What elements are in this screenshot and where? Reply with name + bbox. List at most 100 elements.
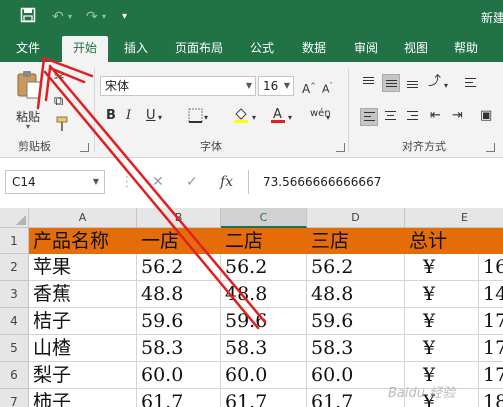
- paste-button[interactable]: 粘贴 ▾: [10, 68, 48, 131]
- tab-view[interactable]: 视图: [396, 36, 436, 62]
- row-header[interactable]: 1: [0, 228, 29, 254]
- table-cell[interactable]: 一店: [137, 228, 221, 254]
- table-cell[interactable]: 总计: [405, 228, 479, 254]
- fill-color-dropdown-icon[interactable]: ▾: [252, 110, 256, 126]
- table-cell[interactable]: ¥: [405, 335, 479, 362]
- table-cell[interactable]: [479, 228, 503, 254]
- table-cell[interactable]: ¥: [405, 308, 479, 335]
- tab-insert[interactable]: 插入: [116, 36, 156, 62]
- table-cell[interactable]: 178: [479, 308, 503, 335]
- column-header-b[interactable]: B: [137, 208, 221, 228]
- table-cell[interactable]: 梨子: [29, 362, 137, 389]
- format-painter-icon[interactable]: [54, 116, 70, 137]
- align-left-icon[interactable]: [360, 108, 378, 126]
- cut-icon[interactable]: ✂: [54, 70, 65, 86]
- table-cell[interactable]: 60.0: [137, 362, 221, 389]
- table-cell[interactable]: 58.3: [137, 335, 221, 362]
- underline-icon[interactable]: U: [146, 108, 156, 124]
- orientation-icon[interactable]: ⤴: [428, 74, 441, 90]
- tab-review[interactable]: 审阅: [346, 36, 386, 62]
- tab-home[interactable]: 开始: [62, 36, 108, 62]
- clipboard-launcher-icon[interactable]: [80, 143, 89, 152]
- increase-font-size-icon[interactable]: A^: [302, 78, 316, 97]
- redo-dropdown-icon[interactable]: ▾: [102, 7, 106, 27]
- fill-color-icon[interactable]: [232, 106, 250, 129]
- tab-page-layout[interactable]: 页面布局: [168, 36, 230, 62]
- table-cell[interactable]: 桔子: [29, 308, 137, 335]
- column-header-c[interactable]: C: [221, 208, 307, 228]
- formula-input[interactable]: 73.5666666666667: [248, 170, 503, 194]
- copy-icon[interactable]: ⧉: [54, 94, 63, 110]
- table-cell[interactable]: 56.2: [307, 254, 405, 281]
- save-icon[interactable]: [20, 7, 36, 29]
- row-header[interactable]: 6: [0, 362, 29, 389]
- table-cell[interactable]: 48.8: [307, 281, 405, 308]
- table-cell[interactable]: ¥: [405, 281, 479, 308]
- table-cell[interactable]: 48.8: [137, 281, 221, 308]
- middle-align-icon[interactable]: [382, 74, 400, 92]
- alignment-launcher-icon[interactable]: [486, 143, 495, 152]
- confirm-icon[interactable]: ✓: [186, 174, 198, 190]
- row-header[interactable]: 3: [0, 281, 29, 308]
- table-cell[interactable]: 56.2: [221, 254, 307, 281]
- italic-icon[interactable]: I: [126, 108, 131, 124]
- table-cell[interactable]: 168: [479, 254, 503, 281]
- bold-icon[interactable]: B: [106, 108, 116, 124]
- table-cell[interactable]: 产品名称: [29, 228, 137, 254]
- row-header[interactable]: 7: [0, 389, 29, 407]
- column-header-a[interactable]: A: [29, 208, 137, 228]
- tab-file[interactable]: 文件: [8, 36, 48, 62]
- customize-toolbar-icon[interactable]: ▾: [122, 7, 127, 27]
- table-cell[interactable]: 59.6: [137, 308, 221, 335]
- underline-dropdown-icon[interactable]: ▾: [158, 110, 162, 126]
- table-cell[interactable]: 60.0: [221, 362, 307, 389]
- align-right-icon[interactable]: [404, 108, 422, 126]
- table-cell[interactable]: 58.3: [307, 335, 405, 362]
- merge-center-icon[interactable]: ▣: [480, 108, 492, 124]
- table-cell[interactable]: 三店: [307, 228, 405, 254]
- undo-icon[interactable]: ↶: [52, 7, 64, 27]
- orientation-dropdown-icon[interactable]: ▾: [444, 78, 448, 94]
- borders-dropdown-icon[interactable]: ▾: [204, 110, 208, 126]
- table-cell[interactable]: 174: [479, 335, 503, 362]
- column-header-e[interactable]: E: [405, 208, 503, 228]
- select-all-button[interactable]: [0, 208, 29, 228]
- table-cell[interactable]: 179: [479, 362, 503, 389]
- font-size-select[interactable]: 16 ▼: [258, 76, 294, 96]
- row-header[interactable]: 2: [0, 254, 29, 281]
- table-cell[interactable]: 48.8: [221, 281, 307, 308]
- table-cell[interactable]: 二店: [221, 228, 307, 254]
- tab-help[interactable]: 帮助: [446, 36, 486, 62]
- row-header[interactable]: 4: [0, 308, 29, 335]
- table-cell[interactable]: 146: [479, 281, 503, 308]
- cancel-icon[interactable]: ✕: [152, 174, 164, 190]
- table-cell[interactable]: 59.6: [307, 308, 405, 335]
- table-cell[interactable]: 61.7: [137, 389, 221, 407]
- table-cell[interactable]: 柿子: [29, 389, 137, 407]
- undo-dropdown-icon[interactable]: ▾: [68, 7, 72, 27]
- wrap-text-icon[interactable]: [462, 74, 480, 92]
- borders-icon[interactable]: [188, 108, 203, 128]
- decrease-font-size-icon[interactable]: Aˇ: [322, 78, 333, 98]
- table-cell[interactable]: 香蕉: [29, 281, 137, 308]
- decrease-indent-icon[interactable]: ⇤: [430, 108, 441, 124]
- row-header[interactable]: 5: [0, 335, 29, 362]
- redo-icon[interactable]: ↷: [86, 7, 98, 27]
- font-color-icon[interactable]: A: [270, 106, 286, 129]
- font-color-dropdown-icon[interactable]: ▾: [288, 110, 292, 126]
- top-align-icon[interactable]: [360, 74, 378, 92]
- insert-function-icon[interactable]: fx: [220, 174, 233, 190]
- table-cell[interactable]: ¥: [405, 254, 479, 281]
- name-box[interactable]: C14 ▼: [5, 170, 105, 194]
- table-cell[interactable]: 56.2: [137, 254, 221, 281]
- phonetic-dropdown-icon[interactable]: ▾: [326, 110, 330, 126]
- table-cell[interactable]: 59.6: [221, 308, 307, 335]
- tab-formulas[interactable]: 公式: [242, 36, 282, 62]
- bottom-align-icon[interactable]: [404, 74, 422, 92]
- table-cell[interactable]: 58.3: [221, 335, 307, 362]
- column-header-d[interactable]: D: [307, 208, 405, 228]
- increase-indent-icon[interactable]: ⇥: [452, 108, 463, 124]
- tab-data[interactable]: 数据: [294, 36, 334, 62]
- table-cell[interactable]: 61.7: [221, 389, 307, 407]
- align-center-icon[interactable]: [382, 108, 400, 126]
